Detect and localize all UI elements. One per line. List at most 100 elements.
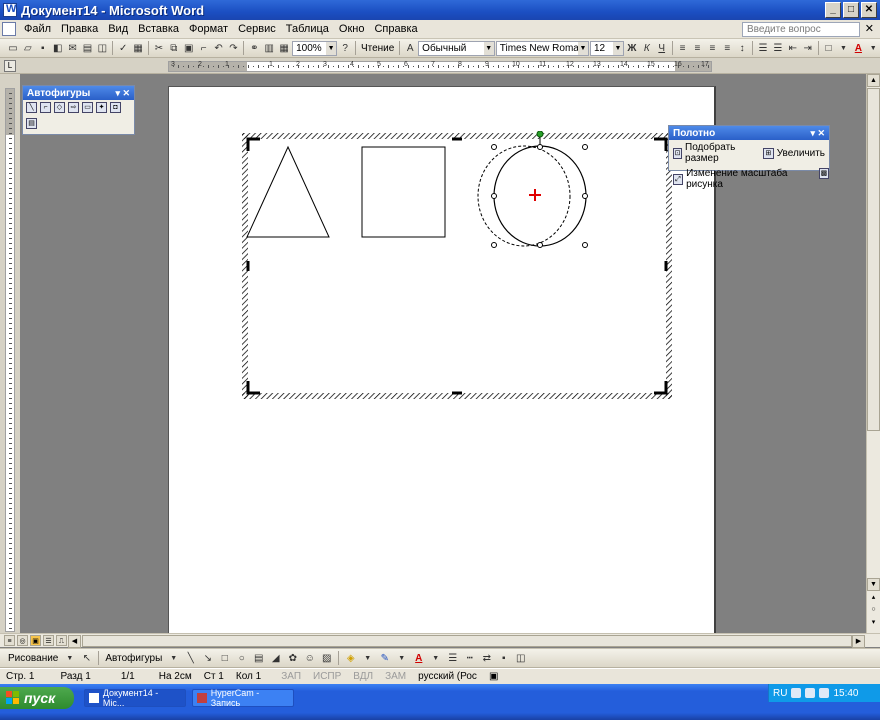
text-box-icon[interactable]: ▤ [251, 651, 266, 666]
font-color-icon[interactable]: A [411, 651, 426, 666]
chevron-down-icon[interactable]: ▼ [483, 41, 494, 55]
autoshapes-controls[interactable]: ▾ ✕ [115, 88, 130, 99]
scale-drawing-button[interactable]: ⤢ Изменение масштаба рисунка [669, 166, 817, 192]
font-size-select[interactable]: 12 ▼ [590, 40, 624, 56]
shape-handle[interactable] [491, 144, 497, 150]
menu-tools[interactable]: Сервис [233, 23, 281, 35]
research-icon[interactable]: ▦ [131, 41, 145, 56]
permission-icon[interactable]: ◧ [51, 41, 65, 56]
help-tray-icon[interactable] [791, 688, 802, 698]
horizontal-ruler[interactable]: 3 2 1 1 2 3 4 5 6 7 8 9 10 11 12 13 14 15 16 17 [168, 61, 712, 72]
canvas-toolbar-controls[interactable]: ▾ ✕ [810, 128, 825, 139]
autoshapes-toolbar-title[interactable]: Автофигуры ▾ ✕ [23, 86, 134, 100]
network-tray-icon[interactable] [805, 688, 816, 698]
fit-button[interactable]: ⊡ Подобрать размер [669, 140, 757, 166]
menu-view[interactable]: Вид [103, 23, 133, 35]
status-track-changes[interactable]: ИСПР [307, 671, 347, 682]
email-icon[interactable]: ✉ [66, 41, 80, 56]
reading-mode-button[interactable]: Чтение [359, 43, 396, 54]
menu-help[interactable]: Справка [369, 23, 422, 35]
outline-view-icon[interactable]: ☰ [43, 635, 54, 646]
bullets-icon[interactable]: ☰ [771, 41, 785, 56]
autoshapes-toolbar[interactable]: Автофигуры ▾ ✕ ╲ ⌐ ◇ ⇨ ▭ ✦ ◘ ▤ [22, 85, 135, 135]
basic-shapes-icon[interactable]: ◇ [54, 102, 65, 113]
open-folder-icon[interactable]: ▱ [21, 41, 35, 56]
canvas-toolbar[interactable]: Полотно ▾ ✕ ⊡ Подобрать размер ⊞ Увеличи… [668, 125, 830, 190]
vertical-scroll-thumb[interactable] [867, 88, 880, 431]
block-arrows-icon[interactable]: ⇨ [68, 102, 79, 113]
scroll-down-icon[interactable]: ▼ [867, 578, 880, 591]
align-right-icon[interactable]: ≡ [705, 41, 719, 56]
insert-table-icon[interactable]: ▦ [277, 41, 291, 56]
more-autoshapes-icon[interactable]: ▤ [26, 118, 37, 129]
expand-button[interactable]: ⊞ Увеличить [759, 140, 829, 166]
web-view-icon[interactable]: ◎ [17, 635, 28, 646]
chevron-down-icon[interactable]: ▼ [360, 651, 375, 666]
chevron-down-icon[interactable]: ▼ [578, 41, 588, 55]
paste-icon[interactable]: ▣ [182, 41, 196, 56]
decrease-indent-icon[interactable]: ⇤ [786, 41, 800, 56]
chevron-down-icon[interactable]: ▼ [394, 651, 409, 666]
copy-icon[interactable]: ⧉ [167, 41, 181, 56]
help-search-input[interactable]: Введите вопрос [742, 22, 860, 37]
taskbar-hypercam-button[interactable]: HyperCam - Запись [192, 688, 294, 708]
chevron-down-icon[interactable]: ▼ [612, 41, 623, 55]
horizontal-scrollbar[interactable]: ≡ ◎ ▣ ☰ ⎍ ◀ ▶ [0, 633, 880, 648]
numbering-icon[interactable]: ☰ [756, 41, 770, 56]
cut-icon[interactable]: ✂ [152, 41, 166, 56]
shape-handle[interactable] [537, 144, 543, 150]
picture-icon[interactable]: ▨ [319, 651, 334, 666]
line-style-icon[interactable]: ☰ [445, 651, 460, 666]
status-extend[interactable]: ВДЛ [347, 671, 379, 682]
font-color-icon[interactable]: A [851, 41, 865, 56]
hyperlink-icon[interactable]: ⚭ [247, 41, 261, 56]
minimize-button[interactable]: _ [825, 2, 841, 18]
draw-menu-button[interactable]: Рисование [6, 653, 60, 664]
menu-format[interactable]: Формат [184, 23, 233, 35]
styles-pane-icon[interactable]: A [403, 41, 417, 56]
shadow-style-icon[interactable]: ▪ [496, 651, 511, 666]
rectangle-icon[interactable]: □ [217, 651, 232, 666]
document-icon[interactable] [2, 22, 16, 36]
arrow-style-icon[interactable]: ⇄ [479, 651, 494, 666]
redo-icon[interactable]: ↷ [227, 41, 241, 56]
diagram-icon[interactable]: ✿ [285, 651, 300, 666]
format-painter-icon[interactable]: ⌐ [197, 41, 211, 56]
bold-icon[interactable]: Ж [625, 41, 639, 56]
zoom-select[interactable]: 100% ▼ [292, 40, 338, 56]
tables-borders-icon[interactable]: ▥ [262, 41, 276, 56]
chevron-down-icon[interactable]: ▼ [166, 651, 181, 666]
word-app-icon[interactable] [3, 3, 17, 17]
style-select[interactable]: Обычный ▼ [418, 40, 495, 56]
new-document-icon[interactable]: ▭ [6, 41, 20, 56]
canvas-toolbar-title[interactable]: Полотно ▾ ✕ [669, 126, 829, 140]
maximize-button[interactable]: □ [843, 2, 859, 18]
italic-icon[interactable]: К [640, 41, 654, 56]
close-button[interactable]: ✕ [861, 2, 877, 18]
rotate-handle[interactable] [536, 131, 544, 138]
status-overtype[interactable]: ЗАМ [379, 671, 412, 682]
menu-table[interactable]: Таблица [281, 23, 334, 35]
scroll-right-icon[interactable]: ▶ [852, 635, 865, 648]
vertical-ruler[interactable] [5, 88, 15, 632]
shape-handle[interactable] [491, 193, 497, 199]
line-icon[interactable]: ╲ [183, 651, 198, 666]
save-icon[interactable]: ▪ [36, 41, 50, 56]
scroll-left-icon[interactable]: ◀ [68, 635, 81, 648]
justify-icon[interactable]: ≡ [720, 41, 734, 56]
line-spacing-icon[interactable]: ↕ [735, 41, 749, 56]
scroll-up-icon[interactable]: ▲ [867, 74, 880, 87]
chevron-down-icon[interactable]: ▼ [837, 41, 851, 56]
vertical-scrollbar[interactable]: ▲ ▼ ▴ ○ ▾ [866, 74, 880, 634]
help-icon[interactable]: ? [338, 41, 352, 56]
oval-icon[interactable]: ○ [234, 651, 249, 666]
shape-handle[interactable] [582, 144, 588, 150]
callouts-icon[interactable]: ◘ [110, 102, 121, 113]
wordart-icon[interactable]: ◢ [268, 651, 283, 666]
chevron-down-icon[interactable]: ▼ [428, 651, 443, 666]
status-record-macro[interactable]: ЗАП [267, 671, 307, 682]
3d-style-icon[interactable]: ◫ [513, 651, 528, 666]
spelling-icon[interactable]: ✓ [116, 41, 130, 56]
menu-window[interactable]: Окно [334, 23, 370, 35]
canvas-area[interactable] [248, 139, 666, 393]
